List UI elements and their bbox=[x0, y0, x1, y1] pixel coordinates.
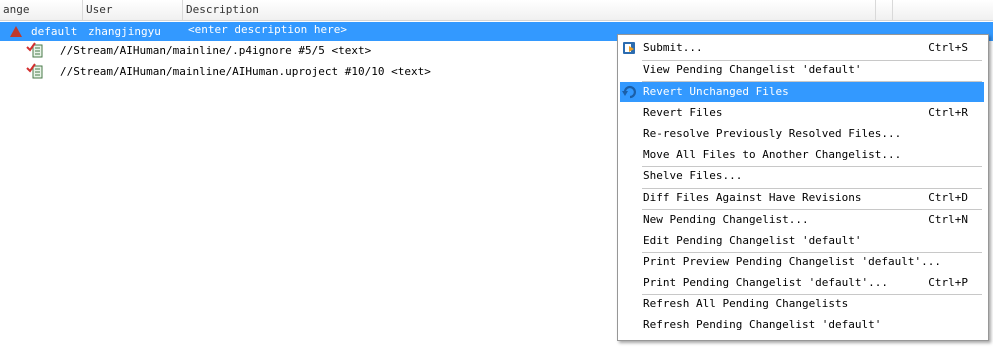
edit-file-icon bbox=[26, 63, 43, 79]
menu-item-edit-pending-changelist[interactable]: Edit Pending Changelist 'default' bbox=[620, 231, 984, 251]
context-menu: Submit... Ctrl+S View Pending Changelist… bbox=[617, 34, 989, 341]
column-header: ange User Description bbox=[0, 0, 993, 21]
menu-item-revert-unchanged-files[interactable]: Revert Unchanged Files bbox=[620, 82, 984, 102]
revert-icon bbox=[622, 85, 636, 99]
changelist-description: <enter description here> bbox=[188, 23, 347, 36]
submit-icon bbox=[623, 42, 635, 54]
menu-item-print[interactable]: Print Pending Changelist 'default'... Ct… bbox=[620, 273, 984, 293]
column-description[interactable]: Description bbox=[183, 0, 876, 20]
warning-icon bbox=[10, 26, 22, 37]
column-change[interactable]: ange bbox=[0, 0, 83, 20]
menu-item-refresh-default[interactable]: Refresh Pending Changelist 'default' bbox=[620, 315, 984, 335]
file-path: //Stream/AIHuman/mainline/AIHuman.uproje… bbox=[60, 65, 431, 78]
changelist-name: default bbox=[31, 25, 78, 38]
menu-item-shelve-files[interactable]: Shelve Files... bbox=[620, 166, 984, 186]
menu-item-move-all-files[interactable]: Move All Files to Another Changelist... bbox=[620, 145, 984, 165]
menu-item-diff-files[interactable]: Diff Files Against Have Revisions Ctrl+D bbox=[620, 188, 984, 208]
menu-item-print-preview[interactable]: Print Preview Pending Changelist 'defaul… bbox=[620, 252, 984, 272]
menu-item-view-pending-changelist[interactable]: View Pending Changelist 'default' bbox=[620, 60, 984, 80]
column-spacer bbox=[876, 0, 893, 20]
column-user[interactable]: User bbox=[83, 0, 183, 20]
changelist-user: zhangjingyu bbox=[88, 25, 161, 38]
menu-item-revert-files[interactable]: Revert Files Ctrl+R bbox=[620, 103, 984, 123]
menu-item-submit[interactable]: Submit... Ctrl+S bbox=[620, 38, 984, 58]
file-path: //Stream/AIHuman/mainline/.p4ignore #5/5… bbox=[60, 44, 372, 57]
menu-item-re-resolve-files[interactable]: Re-resolve Previously Resolved Files... bbox=[620, 124, 984, 144]
menu-item-new-pending-changelist[interactable]: New Pending Changelist... Ctrl+N bbox=[620, 210, 984, 230]
menu-item-refresh-all[interactable]: Refresh All Pending Changelists bbox=[620, 294, 984, 314]
edit-file-icon bbox=[26, 42, 43, 58]
